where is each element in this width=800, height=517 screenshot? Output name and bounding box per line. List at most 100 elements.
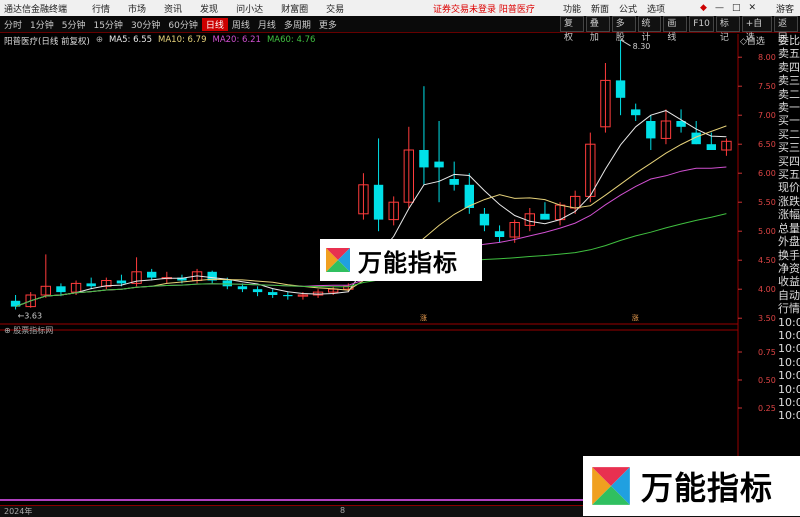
main-menu: 行情 市场 资讯 发现 问小达 财富圈 交易 <box>92 2 362 15</box>
price-tick-label: 7.00 <box>758 111 776 120</box>
stock-name: 阳普医疗 <box>498 4 535 15</box>
quote-panel: 委比 卖五 卖四 卖三 卖二 卖一 买一 买二 买三 买四 买五 现价 涨跌 涨幅 总量 外盘 换手 净资 收益 自动… <box>778 34 800 423</box>
ma5-value: MA5: 6.55 <box>108 35 153 45</box>
high-pointer <box>620 39 631 47</box>
menu-market[interactable]: 市场 <box>128 2 146 15</box>
settings-icon[interactable]: ⊕ <box>96 35 103 47</box>
back-button[interactable]: 返回 <box>774 16 799 43</box>
overlay-button[interactable]: 叠加 <box>585 16 610 43</box>
watchlist-toggle[interactable]: ◇自选 <box>740 34 765 47</box>
high-price-label: 8.30 <box>633 42 651 51</box>
price-tick-label: 7.50 <box>758 82 776 91</box>
close-icon[interactable]: ✕ <box>748 3 756 13</box>
tab-30min[interactable]: 30分钟 <box>127 18 164 31</box>
f10-button[interactable]: F10 <box>689 16 714 32</box>
candle-body <box>222 280 233 287</box>
ma60-value: MA60: 4.76 <box>266 35 316 45</box>
window-buttons: ◆ — □ ✕ <box>700 3 756 13</box>
link-options[interactable]: 选项 <box>647 2 665 15</box>
quote-panel-item: 10:0 <box>778 369 800 383</box>
sub-tick-label: 0.25 <box>758 404 776 413</box>
quote-panel-item: 委比 <box>778 34 800 47</box>
watermark-logo-2: 万能指标 <box>583 456 800 516</box>
quote-panel-item: 买二 <box>778 127 800 141</box>
candle-body <box>146 271 157 278</box>
quote-panel-item: 10:0 <box>778 409 800 423</box>
menu-trade[interactable]: 交易 <box>326 2 344 15</box>
guest-label[interactable]: 游客 <box>776 2 794 15</box>
candle-body <box>540 213 550 220</box>
price-tick-label: 8.00 <box>758 53 776 62</box>
logo-text-large: 万能指标 <box>641 469 774 507</box>
stats-button[interactable]: 统计 <box>637 16 662 43</box>
menu-quotes[interactable]: 行情 <box>92 2 110 15</box>
quote-panel-item: 10:0 <box>778 315 800 329</box>
quote-panel-item: 买五 <box>778 168 800 182</box>
sub-tick-label: 0.75 <box>758 348 776 357</box>
quote-panel-item: 卖一 <box>778 101 800 115</box>
minimize-icon[interactable]: — <box>715 3 724 13</box>
ma20-line <box>15 166 727 308</box>
quote-panel-item: 卖五 <box>778 47 800 61</box>
multi-stock-button[interactable]: 多股 <box>611 16 636 43</box>
tab-15min[interactable]: 15分钟 <box>89 18 126 31</box>
link-formula[interactable]: 公式 <box>619 2 637 15</box>
quote-panel-item: 外盘 <box>778 235 800 249</box>
menu-discover[interactable]: 发现 <box>200 2 218 15</box>
candle-body <box>237 286 248 290</box>
quote-panel-item: 10:0 <box>778 382 800 396</box>
quote-panel-item: 买四 <box>778 154 800 168</box>
quote-panel-item: 买一 <box>778 114 800 128</box>
draw-button[interactable]: 画线 <box>663 16 688 43</box>
login-status[interactable]: 证券交易未登录 阳普医疗 <box>433 2 535 15</box>
menu-news[interactable]: 资讯 <box>164 2 182 15</box>
candle-body <box>706 144 717 150</box>
mark-button[interactable]: 标记 <box>715 16 740 43</box>
signal-marker: 涨 <box>420 313 427 322</box>
tab-1min[interactable]: 1分钟 <box>26 18 58 31</box>
candle-body <box>267 292 278 295</box>
app-name: 通达信金融终端 <box>4 4 68 15</box>
tab-weekly[interactable]: 周线 <box>228 18 254 31</box>
quote-panel-item: 行情 <box>778 302 800 316</box>
restore-rights-button[interactable]: 复权 <box>560 16 584 43</box>
quote-panel-item: 卖二 <box>778 87 800 101</box>
quote-panel-item: 收益 <box>778 275 800 289</box>
link-function[interactable]: 功能 <box>563 2 581 15</box>
sub-indicator-title: ⊕ 股票指标网 <box>4 326 54 335</box>
price-tick-label: 4.50 <box>758 256 776 265</box>
tab-monthly[interactable]: 月线 <box>254 18 280 31</box>
tab-multi[interactable]: 多周期 <box>280 18 315 31</box>
menu-ask[interactable]: 问小达 <box>236 2 263 15</box>
price-tick-label: 6.00 <box>758 169 776 178</box>
quote-panel-item: 现价 <box>778 181 800 195</box>
add-watchlist-button[interactable]: +自选 <box>741 16 773 43</box>
tab-60min[interactable]: 60分钟 <box>164 18 201 31</box>
tab-minute[interactable]: 分时 <box>0 18 26 31</box>
low-price-label: ←3.63 <box>18 312 43 321</box>
candle-body <box>86 283 96 287</box>
price-tick-label: 3.50 <box>758 314 776 323</box>
candle-body <box>630 109 641 116</box>
candle-body <box>56 286 66 293</box>
tab-5min[interactable]: 5分钟 <box>58 18 90 31</box>
tab-daily[interactable]: 日线 <box>201 17 228 31</box>
tab-more[interactable]: 更多 <box>315 18 341 31</box>
candle-body <box>373 184 384 220</box>
sub-tick-label: 0.50 <box>758 376 776 385</box>
signal-marker: 涨 <box>632 313 639 322</box>
logo-icon <box>326 248 350 272</box>
indicator-line: 阳普医疗(日线 前复权) ⊕ MA5: 6.55 MA10: 6.79 MA20… <box>4 35 315 47</box>
notification-icon[interactable]: ◆ <box>700 3 707 13</box>
link-new[interactable]: 新面 <box>591 2 609 15</box>
candle-body <box>283 295 293 297</box>
price-tick-label: 6.50 <box>758 140 776 149</box>
quote-panel-item: 卖三 <box>778 74 800 88</box>
maximize-icon[interactable]: □ <box>732 3 741 13</box>
price-tick-label: 4.00 <box>758 285 776 294</box>
price-tick-label: 5.50 <box>758 198 776 207</box>
time-axis-mid: 8 <box>340 506 346 515</box>
menu-wealth[interactable]: 财富圈 <box>281 2 308 15</box>
candle-body <box>449 179 459 185</box>
logo-text: 万能指标 <box>358 248 458 277</box>
